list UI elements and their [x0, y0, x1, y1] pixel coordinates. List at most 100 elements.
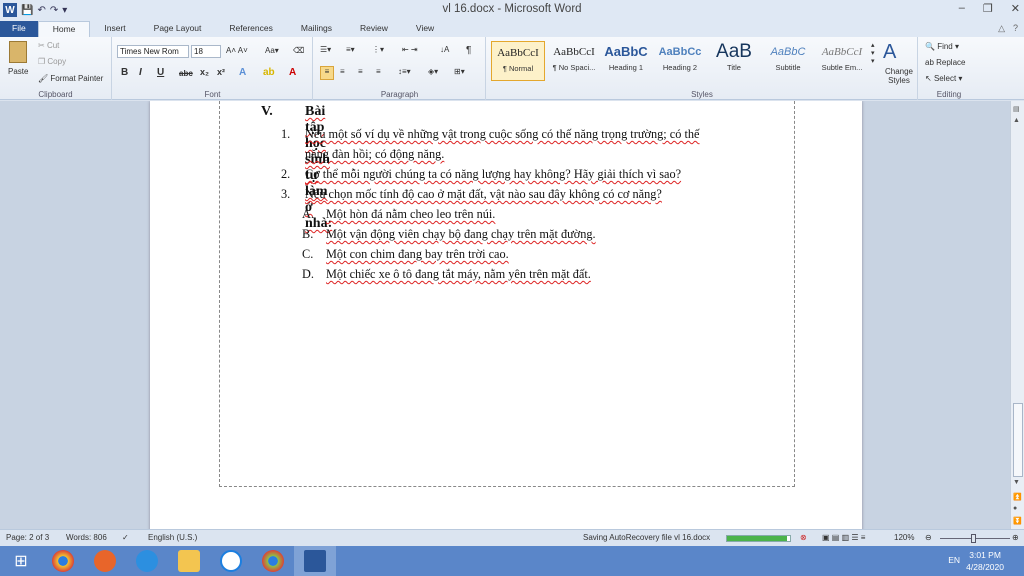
language-tray[interactable]: EN: [948, 555, 960, 565]
line-spacing-icon[interactable]: ↕≡▾: [398, 67, 411, 76]
taskbar-item-media-player[interactable]: [84, 546, 126, 576]
autosave-progress-bar: [726, 535, 791, 542]
cancel-save-icon[interactable]: ⊗: [800, 533, 807, 542]
indent-icon[interactable]: ⇤ ⇥: [402, 45, 418, 54]
minimize-button[interactable]: –: [959, 2, 965, 15]
tab-view[interactable]: View: [402, 21, 448, 37]
copy-button[interactable]: ❐ Copy: [38, 57, 66, 66]
page-indicator[interactable]: Page: 2 of 3: [6, 533, 49, 542]
sort-icon[interactable]: ↓A: [440, 45, 449, 54]
highlight-icon[interactable]: ab: [263, 67, 275, 78]
next-page-icon[interactable]: ⏬: [1013, 517, 1022, 525]
style-heading-2[interactable]: AaBbCc Heading 2: [653, 41, 707, 81]
style-title[interactable]: AaB Title: [707, 41, 761, 81]
tab-references[interactable]: References: [215, 21, 286, 37]
tab-file[interactable]: File: [0, 21, 38, 37]
find-label: Find: [937, 42, 953, 51]
word-logo-icon[interactable]: W: [3, 3, 17, 17]
text-effects-icon[interactable]: A: [239, 67, 246, 78]
zoom-slider[interactable]: [940, 534, 1010, 543]
tab-review[interactable]: Review: [346, 21, 402, 37]
align-right-icon[interactable]: ≡: [358, 67, 363, 76]
taskbar-item-ie[interactable]: [126, 546, 168, 576]
find-button[interactable]: 🔍 Find ▾: [925, 42, 959, 51]
style-heading-1[interactable]: AaBbC Heading 1: [599, 41, 653, 81]
shading-icon[interactable]: ◈▾: [428, 67, 438, 76]
scroll-down-icon[interactable]: ▼: [1013, 479, 1020, 486]
option-c-text: Một con chim đang bay trên trời cao.: [326, 247, 509, 261]
cut-button[interactable]: ✂ Cut: [38, 41, 59, 50]
tab-page-layout[interactable]: Page Layout: [140, 21, 216, 37]
close-button[interactable]: ✕: [1011, 2, 1020, 15]
style-subtle-emphasis[interactable]: AaBbCcI Subtle Em...: [815, 41, 869, 81]
taskbar-item-chrome-2[interactable]: [252, 546, 294, 576]
font-name-box[interactable]: Times New Rom: [117, 45, 189, 58]
subscript-button[interactable]: x₂: [200, 67, 209, 77]
zoom-out-icon[interactable]: ⊖: [925, 533, 932, 542]
strikethrough-button[interactable]: abc: [179, 69, 193, 78]
taskbar-item-zalo[interactable]: [210, 546, 252, 576]
italic-button[interactable]: I: [139, 67, 142, 78]
bullets-icon[interactable]: ☰▾: [320, 45, 331, 54]
pilcrow-icon[interactable]: ¶: [466, 45, 471, 56]
scrollbar-thumb[interactable]: [1013, 403, 1023, 477]
styles-scroll-icon[interactable]: ▴ ▾ ▾: [871, 41, 875, 65]
zoom-slider-knob[interactable]: [971, 534, 976, 543]
align-left-icon[interactable]: ≡: [320, 66, 334, 80]
paste-button[interactable]: Paste: [8, 67, 28, 76]
tab-mailings[interactable]: Mailings: [287, 21, 346, 37]
underline-button[interactable]: U: [157, 67, 164, 78]
zoom-level[interactable]: 120%: [894, 533, 914, 542]
word-count[interactable]: Words: 806: [66, 533, 107, 542]
help-icon[interactable]: ?: [1013, 23, 1018, 34]
start-button[interactable]: ⊞: [0, 546, 42, 576]
numbering-icon[interactable]: ≡▾: [346, 45, 355, 54]
status-bar: Page: 2 of 3 Words: 806 ✓ English (U.S.)…: [0, 529, 1024, 546]
view-buttons[interactable]: ▣ ▤ ▥ ☰ ≡: [822, 533, 865, 542]
restore-button[interactable]: ❐: [983, 2, 993, 15]
browse-object-icon[interactable]: ●: [1013, 505, 1017, 512]
justify-icon[interactable]: ≡: [376, 67, 381, 76]
bold-button[interactable]: B: [121, 67, 128, 78]
language-indicator[interactable]: English (U.S.): [148, 533, 197, 542]
select-button[interactable]: ↖ Select ▾: [925, 74, 962, 83]
proofing-icon[interactable]: ✓: [122, 533, 129, 542]
folder-icon: [178, 550, 200, 572]
window-title: vl 16.docx - Microsoft Word: [442, 3, 582, 15]
paste-icon[interactable]: [9, 41, 27, 63]
multilevel-list-icon[interactable]: ⋮▾: [372, 45, 384, 54]
tab-home[interactable]: Home: [37, 21, 91, 37]
clear-format-icon[interactable]: ⌫: [293, 46, 304, 55]
align-center-icon[interactable]: ≡: [340, 67, 345, 76]
style-subtitle[interactable]: AaBbC Subtitle: [761, 41, 815, 81]
font-size-box[interactable]: 18: [191, 45, 221, 58]
style-no-spacing[interactable]: AaBbCcI ¶ No Spaci...: [547, 41, 601, 81]
taskbar-item-chrome[interactable]: [42, 546, 84, 576]
superscript-button[interactable]: x²: [217, 67, 225, 77]
item-1-line-1: Nêu một số ví dụ về những vật trong cuộc…: [305, 127, 700, 141]
replace-button[interactable]: ab Replace: [925, 58, 965, 67]
borders-icon[interactable]: ⊞▾: [454, 67, 465, 76]
ruler-toggle-icon[interactable]: ▤: [1013, 105, 1020, 113]
zoom-in-icon[interactable]: ⊕: [1012, 533, 1019, 542]
change-styles-icon[interactable]: A: [883, 41, 896, 64]
vertical-scrollbar[interactable]: ▤ ▲ ▼ ⏫ ● ⏬: [1010, 101, 1024, 529]
previous-page-icon[interactable]: ⏫: [1013, 493, 1022, 501]
taskbar-item-explorer[interactable]: [168, 546, 210, 576]
font-color-icon[interactable]: A: [289, 67, 296, 78]
save-icon[interactable]: 💾: [21, 5, 33, 16]
change-styles-button[interactable]: Change Styles: [883, 67, 915, 85]
style-normal[interactable]: AaBbCcI ¶ Normal: [491, 41, 545, 81]
customize-qat-icon[interactable]: ▾: [62, 5, 67, 16]
redo-icon[interactable]: ↷: [50, 5, 58, 16]
minimize-ribbon-icon[interactable]: △: [998, 23, 1005, 34]
grow-font-icon[interactable]: A˄ A˅: [226, 46, 248, 55]
undo-icon[interactable]: ↶: [37, 5, 45, 16]
format-painter-button[interactable]: 🖌 Format Painter: [38, 74, 103, 83]
clock[interactable]: 3:01 PM 4/28/2020: [966, 549, 1004, 573]
tab-insert[interactable]: Insert: [90, 21, 139, 37]
document-page[interactable]: V. Bài tập học sinh tự làm ở nhà: 1. Nêu…: [150, 101, 862, 529]
change-case-icon[interactable]: Aa▾: [265, 46, 279, 55]
scroll-up-icon[interactable]: ▲: [1013, 117, 1020, 124]
taskbar-item-word[interactable]: [294, 546, 336, 576]
